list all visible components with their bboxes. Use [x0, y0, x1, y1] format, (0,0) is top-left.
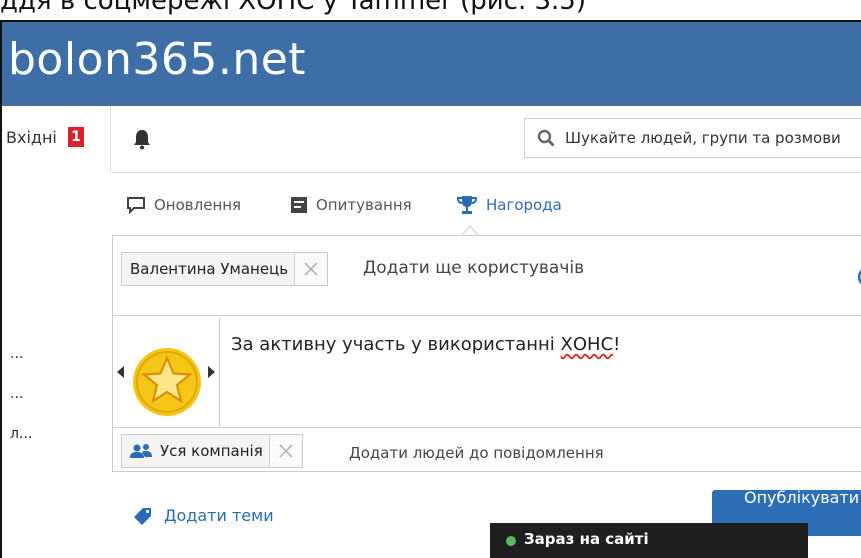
- inbox-label: Вхідні: [6, 128, 57, 147]
- left-item[interactable]: л...: [10, 426, 32, 442]
- page-caption: ддя в соцмережі ХОНС у Yammer (рис. 3.5): [0, 0, 586, 16]
- add-more-users-input[interactable]: Додати ще користувачів: [363, 258, 584, 278]
- badge-picker: [113, 318, 220, 426]
- audience-row: Уся компанія Додати людей до повідомленн…: [113, 430, 861, 472]
- tab-poll-label: Опитування: [316, 196, 412, 214]
- top-nav: Вхідні 1 Шукайте людей, групи та розмови: [2, 106, 861, 173]
- previous-badge-button[interactable]: [117, 366, 125, 378]
- add-people-input[interactable]: Додати людей до повідомлення: [349, 444, 604, 462]
- inbox-count-badge: 1: [68, 127, 84, 147]
- next-badge-button[interactable]: [207, 366, 215, 378]
- recipient-name: Валентина Уманець: [130, 260, 289, 278]
- left-column: ... ... л...: [2, 172, 112, 558]
- tag-icon: [134, 507, 151, 525]
- inbox-link[interactable]: Вхідні 1: [2, 106, 111, 172]
- recipients-row: Валентина Уманець Додати ще користувачів: [113, 236, 861, 316]
- search-icon: [537, 129, 555, 151]
- add-topics-link[interactable]: Додати теми: [134, 506, 274, 525]
- message-row: За активну участь у використанні ХОНС!: [113, 318, 861, 428]
- praise-composer: Валентина Уманець Додати ще користувачів: [112, 235, 861, 472]
- online-now-label: Зараз на сайті: [524, 530, 649, 548]
- message-text: За активну участь у використанні: [231, 334, 561, 355]
- search-placeholder: Шукайте людей, групи та розмови: [565, 129, 841, 147]
- audience-label: Уся компанія: [122, 442, 269, 460]
- tab-poll[interactable]: Опитування: [290, 192, 412, 218]
- bell-icon[interactable]: [132, 128, 152, 150]
- site-brand[interactable]: bolon365.net: [8, 34, 306, 85]
- close-icon: [279, 444, 293, 458]
- group-icon: [130, 444, 152, 458]
- publish-label: Опублікувати: [744, 490, 860, 507]
- audience-chip: Уся компанія: [121, 434, 303, 468]
- tab-update[interactable]: Оновлення: [126, 192, 241, 218]
- tab-update-label: Оновлення: [154, 196, 242, 214]
- comment-icon: [127, 197, 145, 214]
- online-status-dot: [506, 536, 516, 546]
- praise-message-input[interactable]: За активну участь у використанні ХОНС!: [231, 334, 620, 355]
- remove-recipient-button[interactable]: [294, 253, 328, 285]
- brand-bar: bolon365.net: [2, 22, 861, 106]
- star-medal-icon: [133, 348, 201, 416]
- search-input[interactable]: Шукайте людей, групи та розмови: [524, 118, 861, 158]
- recipient-chip: Валентина Уманець: [121, 252, 329, 286]
- misspelled-word: ХОНС: [560, 334, 614, 355]
- left-item[interactable]: ...: [10, 346, 23, 362]
- active-tab-caret: [462, 225, 478, 235]
- left-item[interactable]: ...: [10, 386, 23, 402]
- tab-praise-label: Нагорода: [486, 196, 562, 214]
- tab-praise[interactable]: Нагорода: [456, 192, 562, 218]
- spinner-icon: [857, 269, 861, 285]
- poll-icon: [291, 197, 307, 213]
- remove-audience-button[interactable]: [268, 435, 302, 467]
- audience-name: Уся компанія: [160, 442, 263, 460]
- online-now-bar[interactable]: Зараз на сайті: [490, 523, 808, 558]
- message-suffix: !: [613, 334, 621, 355]
- add-topics-label: Додати теми: [164, 506, 274, 525]
- close-icon: [304, 262, 318, 276]
- trophy-icon: [456, 196, 478, 214]
